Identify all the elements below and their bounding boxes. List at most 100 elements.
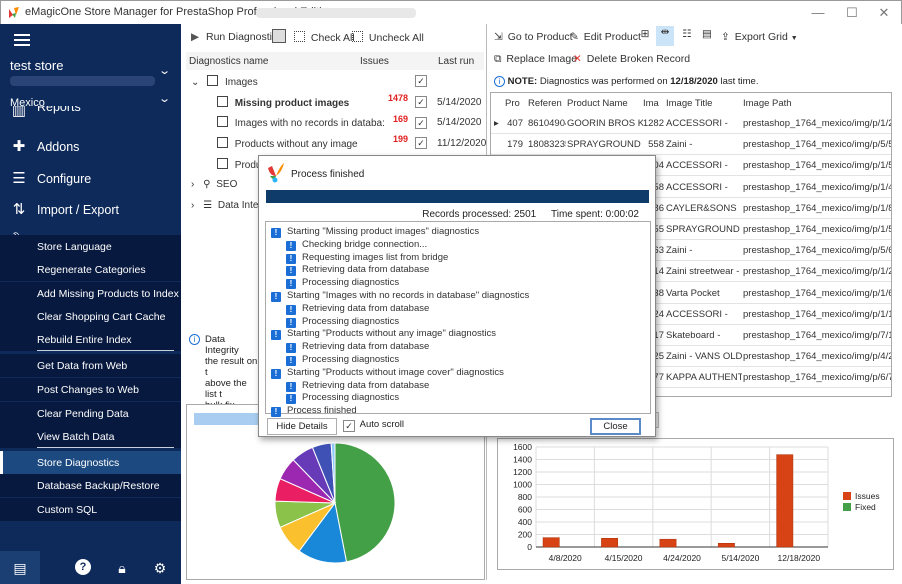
info-message-icon: ! xyxy=(286,356,296,366)
y-tick-label: 600 xyxy=(518,505,532,515)
cell-title: Skateboard - xyxy=(666,330,721,341)
column-header-name[interactable]: Diagnostics name xyxy=(189,56,268,67)
column-chooser-icon[interactable]: ▤ xyxy=(699,28,715,46)
cell-path: prestashop_1764_mexico/img/p/1/8/6/18 xyxy=(743,202,891,214)
sidebar-subitem-store-diagnostics[interactable]: Store Diagnostics xyxy=(0,451,181,474)
y-tick-label: 200 xyxy=(518,530,532,540)
group-columns-icon[interactable]: ⊞ xyxy=(637,28,653,46)
sidebar-item-configure[interactable]: ☰ Configure xyxy=(0,164,181,195)
play-icon: ▶ xyxy=(191,31,200,43)
uncheck-all-icon xyxy=(352,31,363,42)
replace-image-icon: ⧉ xyxy=(494,53,502,65)
menu-separator xyxy=(37,350,174,351)
settings-icon[interactable]: ⚙ xyxy=(151,559,169,577)
sidebar-subitem-clear-shopping-cart-cache[interactable]: Clear Shopping Cart Cache xyxy=(0,305,181,328)
x-tick-label: 4/15/2020 xyxy=(605,553,643,563)
delete-broken-record-button[interactable]: ✕ Delete Broken Record xyxy=(573,53,690,65)
store-selector[interactable]: test store xyxy=(10,58,63,73)
maximize-button[interactable]: ☐ xyxy=(837,3,867,23)
images-group-checkbox[interactable]: ✓ xyxy=(415,75,427,87)
records-processed: Records processed: 2501 xyxy=(422,209,537,220)
close-button[interactable]: Close xyxy=(590,418,641,435)
tree-group-images[interactable]: ⌄ Images xyxy=(191,75,258,88)
column-header-last-run[interactable]: Last run xyxy=(438,56,474,67)
store-url-redacted xyxy=(10,76,155,86)
bar-issues xyxy=(717,543,735,548)
chevron-down-icon[interactable]: ⌄ xyxy=(158,92,171,105)
info-message-icon: ! xyxy=(286,279,296,290)
y-tick-label: 1200 xyxy=(513,467,532,477)
expand-collapse-icon[interactable] xyxy=(272,29,286,43)
column-header[interactable]: Pro xyxy=(505,98,520,109)
sidebar-subitem-clear-pending-data[interactable]: Clear Pending Data xyxy=(0,402,181,425)
table-row[interactable]: 179 18083235SPRAYGROUND 558Zaini - prestash… xyxy=(491,134,891,156)
info-box: i Data Integrity the result on t above t… xyxy=(189,334,259,411)
sidebar-subitem-get-data-from-web[interactable]: Get Data from Web xyxy=(0,354,181,377)
search-icon: ⚲ xyxy=(203,179,211,190)
hamburger-menu-icon[interactable] xyxy=(14,34,30,46)
sidebar-item-import-export[interactable]: ⇅ Import / Export xyxy=(0,195,181,226)
cell-name: GOORIN BROS KING xyxy=(567,118,643,129)
chevron-right-icon[interactable]: › xyxy=(191,200,194,211)
column-header[interactable]: Product Name xyxy=(567,98,628,109)
item-checkbox[interactable]: ✓ xyxy=(415,96,427,108)
table-row[interactable]: 407 86104904GOORIN BROS KING1282ACCESSORI… xyxy=(491,113,891,134)
help-icon[interactable]: ? xyxy=(75,559,91,575)
column-header[interactable]: Referen xyxy=(528,98,562,109)
legend-swatch xyxy=(843,492,851,500)
sidebar-subitem-database-backup-restore[interactable]: Database Backup/Restore xyxy=(0,474,181,497)
sidebar-subitem-regenerate-categories[interactable]: Regenerate Categories xyxy=(0,258,181,281)
minimize-button[interactable]: — xyxy=(803,3,833,23)
tree-item-missing-product-images[interactable]: Missing product images xyxy=(217,96,349,109)
tree-item-images-no-records[interactable]: Images with no records in databa: xyxy=(217,116,385,129)
sidebar-subitem-custom-sql[interactable]: Custom SQL xyxy=(0,498,181,521)
cell-ref: 18083235 xyxy=(528,139,566,151)
filter-icon[interactable]: ☷ xyxy=(679,28,695,46)
chevron-right-icon[interactable]: › xyxy=(191,179,194,190)
cell-path: prestashop_1764_mexico/img/p/1/4/5/8/1 xyxy=(743,181,891,193)
store-button[interactable]: ▤ xyxy=(0,551,40,584)
sidebar-subitem-store-language[interactable]: Store Language xyxy=(0,235,181,258)
item-checkbox[interactable]: ✓ xyxy=(415,117,427,129)
checkbox[interactable]: ✓ xyxy=(343,420,355,432)
edit-product-button[interactable]: ✎ Edit Product xyxy=(570,31,641,43)
sidebar-subitem-view-batch-data[interactable]: View Batch Data xyxy=(0,425,181,448)
image-missing-icon xyxy=(217,137,228,148)
sidebar-subitem-post-changes-to-web[interactable]: Post Changes to Web xyxy=(0,378,181,401)
issues-count: 1478 xyxy=(388,93,409,103)
best-fit-columns-icon[interactable]: ⇹ xyxy=(656,26,674,46)
lock-icon[interactable]: 🔒︎ xyxy=(113,559,131,577)
run-diagnostics-button[interactable]: ▶ Run Diagnostics xyxy=(191,31,282,43)
log-entry: ! Processing diagnostics xyxy=(286,354,399,367)
cell-path: prestashop_1764_mexico/img/p/4/2/5/42 xyxy=(743,351,891,363)
go-to-product-button[interactable]: ⇲ Go to Product xyxy=(494,31,573,43)
tree-item-products-without-image[interactable]: Products without any image xyxy=(217,137,358,150)
column-header[interactable]: Ima xyxy=(643,98,659,109)
cell-img: 1282 xyxy=(642,118,664,129)
chevron-down-icon[interactable]: ⌄ xyxy=(158,64,171,77)
progress-bar xyxy=(266,190,649,203)
sidebar-subitem-rebuild-entire-index[interactable]: Rebuild Entire Index xyxy=(0,328,181,351)
log-list[interactable]: ! Starting "Missing product images" diagn… xyxy=(265,221,651,418)
column-header-issues[interactable]: Issues xyxy=(360,56,389,67)
sidebar-subitem-add-missing-products-to-index[interactable]: Add Missing Products to Index xyxy=(0,282,181,305)
sidebar-item-addons[interactable]: ✚ Addons xyxy=(0,132,181,163)
uncheck-all-button[interactable]: Uncheck All xyxy=(352,31,424,44)
close-window-button[interactable]: ✕ xyxy=(869,3,899,23)
export-grid-button[interactable]: ⇪ Export Grid ▼ xyxy=(721,31,798,43)
column-header[interactable]: Image Title xyxy=(666,98,712,109)
hide-details-button[interactable]: Hide Details xyxy=(267,418,337,435)
column-header[interactable]: Image Path xyxy=(743,98,792,109)
sidebar-item-reports[interactable]: ▥ Reports xyxy=(0,106,181,122)
item-checkbox[interactable]: ✓ xyxy=(415,137,427,149)
log-entry: ! Starting "Products without any image" d… xyxy=(271,328,496,341)
chevron-down-icon[interactable]: ⌄ xyxy=(191,77,199,88)
tree-group-seo[interactable]: › ⚲ SEO xyxy=(191,179,237,190)
log-entry: ! Process finished xyxy=(271,405,357,418)
auto-scroll-checkbox[interactable]: ✓ Auto scroll xyxy=(343,419,404,432)
x-tick-label: 12/18/2020 xyxy=(778,553,821,563)
check-all-button[interactable]: Check All xyxy=(294,31,355,44)
replace-image-button[interactable]: ⧉ Replace Image xyxy=(494,53,577,66)
last-run-date: 5/14/2020 xyxy=(437,117,482,128)
last-run-date: 11/12/2020 xyxy=(437,138,487,149)
